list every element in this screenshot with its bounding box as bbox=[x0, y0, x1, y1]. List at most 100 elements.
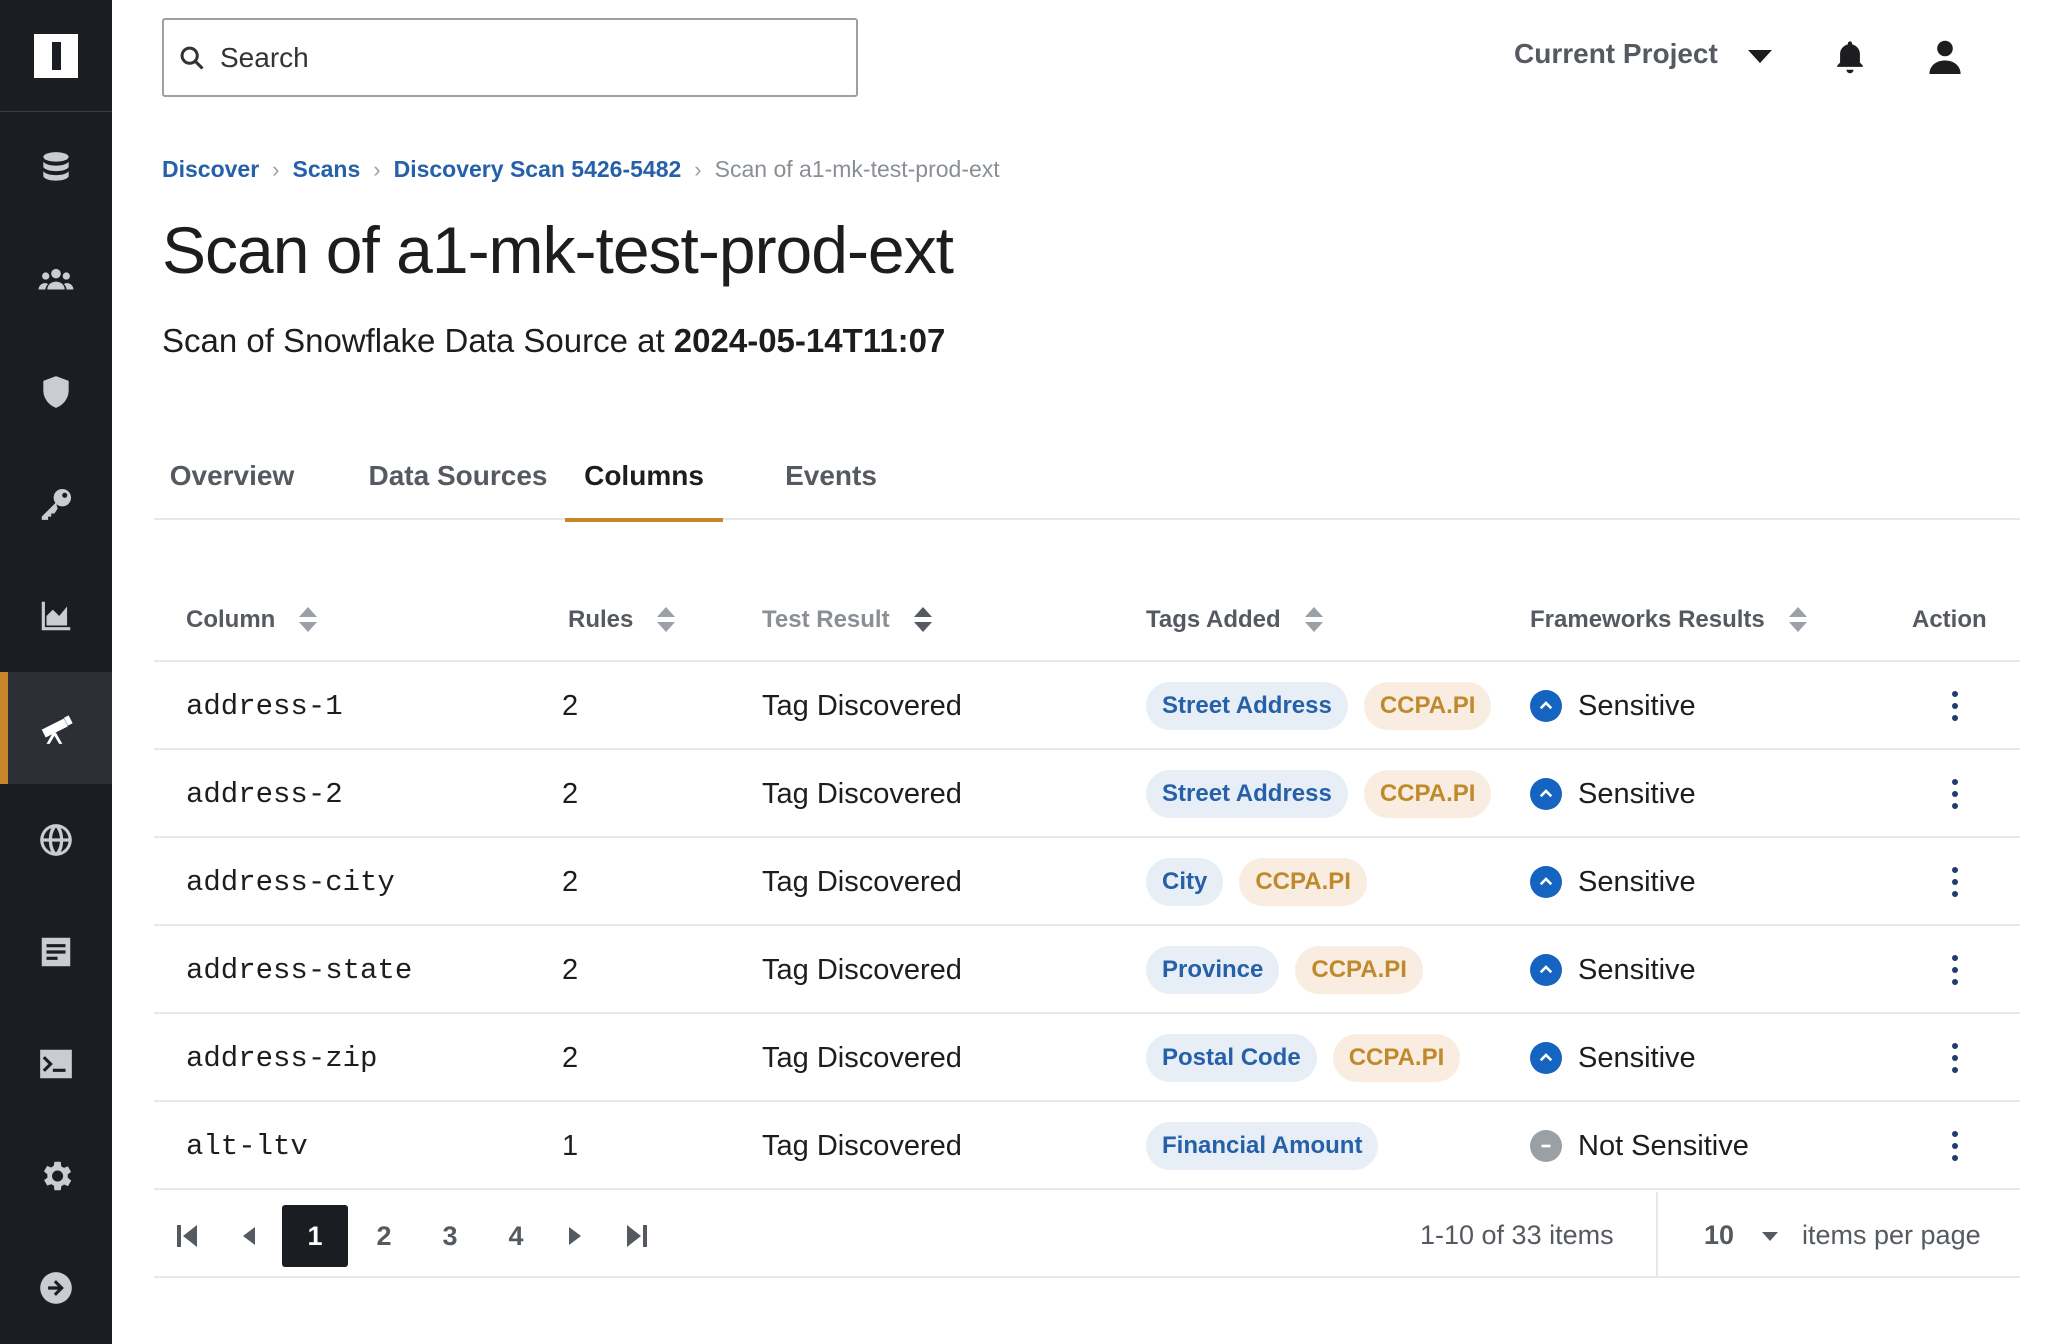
row-action-menu[interactable] bbox=[1950, 926, 1960, 1014]
current-project-label[interactable]: Current Project bbox=[1514, 38, 1718, 70]
column-header-tags-added[interactable]: Tags Added bbox=[1146, 606, 1323, 634]
row-action-menu[interactable] bbox=[1950, 838, 1960, 926]
sidebar-item-documents[interactable] bbox=[0, 896, 112, 1008]
sidebar-item-terminal[interactable] bbox=[0, 1008, 112, 1120]
tab-overview[interactable]: Overview bbox=[154, 444, 310, 520]
logo[interactable] bbox=[0, 0, 112, 112]
sidebar-item-keys[interactable] bbox=[0, 448, 112, 560]
chevron-up-circle-icon bbox=[1530, 866, 1562, 898]
chevron-up-circle-icon bbox=[1530, 954, 1562, 986]
kebab-icon[interactable] bbox=[1950, 779, 1960, 809]
table-row[interactable]: address-zip 2 Tag Discovered Postal Code… bbox=[154, 1014, 2020, 1102]
bell-icon[interactable] bbox=[1833, 38, 1867, 76]
tag-chip[interactable]: CCPA.PI bbox=[1239, 858, 1367, 906]
kebab-icon[interactable] bbox=[1950, 867, 1960, 897]
page-button[interactable]: 1 bbox=[282, 1205, 348, 1267]
sort-icon[interactable] bbox=[1304, 606, 1323, 634]
search-input[interactable] bbox=[220, 41, 820, 74]
last-page-icon bbox=[627, 1225, 647, 1247]
column-header-frameworks-results[interactable]: Frameworks Results bbox=[1530, 606, 1807, 634]
cell-tags: Province CCPA.PI bbox=[1146, 926, 1439, 1014]
cell-framework: Sensitive bbox=[1530, 926, 1696, 1014]
pagination: 1 2 3 4 1-10 of 33 items 10 items per pa… bbox=[154, 1192, 2020, 1278]
cell-framework: Not Sensitive bbox=[1530, 1102, 1749, 1190]
breadcrumb-scans[interactable]: Scans bbox=[293, 156, 361, 183]
column-header-test-result[interactable]: Test Result bbox=[762, 606, 932, 634]
sort-icon[interactable] bbox=[1788, 606, 1807, 634]
row-action-menu[interactable] bbox=[1950, 1102, 1960, 1190]
sidebar-item-expand[interactable] bbox=[0, 1232, 112, 1344]
cell-rules: 2 bbox=[562, 1041, 579, 1074]
logo-icon bbox=[34, 33, 78, 78]
tag-chip[interactable]: CCPA.PI bbox=[1295, 946, 1423, 994]
sort-icon[interactable] bbox=[913, 606, 932, 634]
tab-data-sources[interactable]: Data Sources bbox=[354, 444, 562, 520]
cell-column: address-2 bbox=[186, 777, 343, 811]
tag-chip[interactable]: Street Address bbox=[1146, 770, 1348, 818]
cell-rules: 1 bbox=[562, 1129, 579, 1162]
prev-page-button[interactable] bbox=[226, 1205, 272, 1267]
sidebar-item-reports[interactable] bbox=[0, 560, 112, 672]
sort-icon[interactable] bbox=[657, 606, 676, 634]
tag-chip[interactable]: Street Address bbox=[1146, 682, 1348, 730]
tag-chip[interactable]: CCPA.PI bbox=[1363, 770, 1492, 818]
cell-tags: City CCPA.PI bbox=[1146, 838, 1383, 926]
frameworks-header-label: Frameworks Results bbox=[1530, 606, 1765, 633]
chevron-down-icon[interactable] bbox=[1748, 50, 1772, 63]
breadcrumb-discovery-scan[interactable]: Discovery Scan 5426-5482 bbox=[394, 156, 682, 183]
row-action-menu[interactable] bbox=[1950, 662, 1960, 750]
sidebar-item-data[interactable] bbox=[0, 112, 112, 224]
sort-icon[interactable] bbox=[299, 606, 318, 634]
table-row[interactable]: address-1 2 Tag Discovered Street Addres… bbox=[154, 662, 2020, 750]
tag-chip[interactable]: CCPA.PI bbox=[1363, 682, 1492, 730]
first-page-button[interactable] bbox=[164, 1205, 210, 1267]
tag-chip[interactable]: Province bbox=[1146, 946, 1280, 994]
first-page-icon bbox=[177, 1225, 197, 1247]
kebab-icon[interactable] bbox=[1950, 1043, 1960, 1073]
page-button[interactable]: 2 bbox=[354, 1205, 414, 1267]
cell-test-result: Tag Discovered bbox=[762, 1041, 962, 1074]
table-row[interactable]: address-state 2 Tag Discovered Province … bbox=[154, 926, 2020, 1014]
user-icon[interactable] bbox=[1928, 38, 1962, 76]
table-row[interactable]: alt-ltv 1 Tag Discovered Financial Amoun… bbox=[154, 1102, 2020, 1190]
sidebar-item-security[interactable] bbox=[0, 336, 112, 448]
sidebar-item-settings[interactable] bbox=[0, 1120, 112, 1232]
table-row[interactable]: address-2 2 Tag Discovered Street Addres… bbox=[154, 750, 2020, 838]
tab-events[interactable]: Events bbox=[768, 444, 894, 520]
next-page-button[interactable] bbox=[552, 1205, 598, 1267]
row-action-menu[interactable] bbox=[1950, 750, 1960, 838]
kebab-icon[interactable] bbox=[1950, 955, 1960, 985]
tag-chip[interactable]: City bbox=[1146, 858, 1224, 906]
tab-columns[interactable]: Columns bbox=[565, 444, 723, 522]
page-button[interactable]: 3 bbox=[420, 1205, 480, 1267]
key-icon bbox=[41, 488, 72, 520]
row-action-menu[interactable] bbox=[1950, 1014, 1960, 1102]
column-header-action: Action bbox=[1912, 606, 1987, 633]
tag-chip[interactable]: CCPA.PI bbox=[1332, 1034, 1461, 1082]
items-per-page-select[interactable]: 10 bbox=[1704, 1220, 1734, 1251]
tag-chip[interactable]: Financial Amount bbox=[1146, 1122, 1379, 1170]
document-icon bbox=[41, 937, 71, 967]
kebab-icon[interactable] bbox=[1950, 1131, 1960, 1161]
terminal-icon bbox=[40, 1049, 72, 1079]
chevron-down-icon[interactable] bbox=[1762, 1232, 1778, 1241]
items-per-page-label: items per page bbox=[1802, 1220, 1981, 1250]
cell-rules: 2 bbox=[562, 777, 579, 810]
column-header-column[interactable]: Column bbox=[186, 606, 318, 634]
table-row[interactable]: address-city 2 Tag Discovered City CCPA.… bbox=[154, 838, 2020, 926]
last-page-button[interactable] bbox=[614, 1205, 660, 1267]
cell-framework: Sensitive bbox=[1530, 1014, 1696, 1102]
scan-timestamp: 2024-05-14T11:07 bbox=[673, 322, 946, 359]
kebab-icon[interactable] bbox=[1950, 691, 1960, 721]
sidebar-item-global[interactable] bbox=[0, 784, 112, 896]
page-button[interactable]: 4 bbox=[486, 1205, 546, 1267]
sidebar-item-discover[interactable] bbox=[0, 672, 112, 784]
cell-tags: Street Address CCPA.PI bbox=[1146, 750, 1507, 838]
column-header-rules[interactable]: Rules bbox=[568, 606, 676, 634]
chevron-right-icon bbox=[569, 1227, 581, 1245]
gear-icon bbox=[43, 1161, 72, 1191]
tag-chip[interactable]: Postal Code bbox=[1146, 1034, 1317, 1082]
sidebar-item-users[interactable] bbox=[0, 224, 112, 336]
search-box[interactable] bbox=[162, 18, 858, 97]
breadcrumb-discover[interactable]: Discover bbox=[162, 156, 259, 183]
